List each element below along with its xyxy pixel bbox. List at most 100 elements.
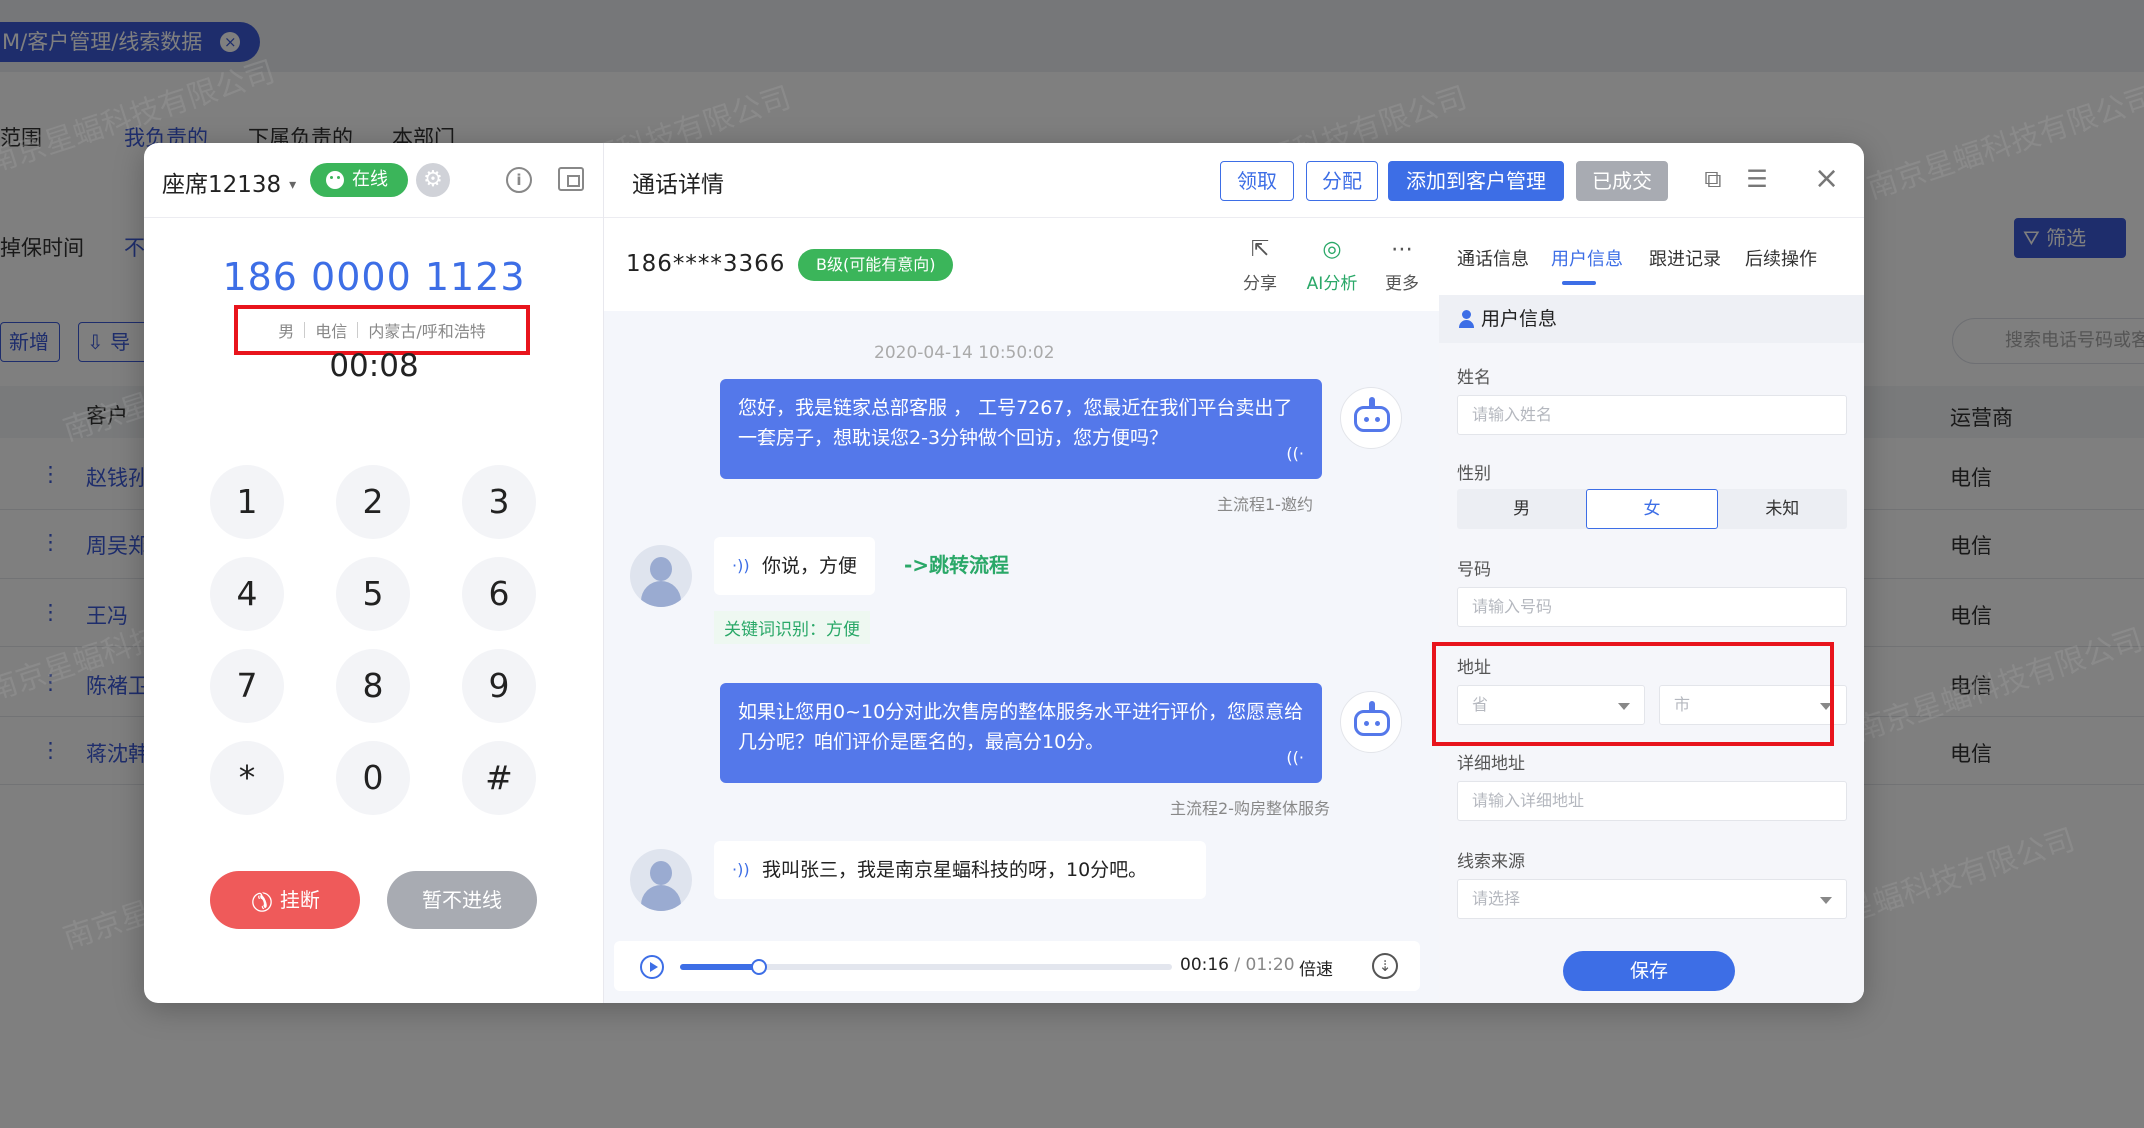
save-button[interactable]: 保存 — [1563, 951, 1735, 991]
number-input[interactable]: 请输入号码 — [1457, 587, 1847, 627]
audio-progress-fill — [680, 964, 759, 970]
dialer-panel: 座席12138 ▾ 在线 ⚙ i 186 0000 1123 男 电信 内蒙古/呼… — [144, 143, 604, 1003]
chevron-down-icon: ▾ — [289, 177, 297, 193]
download-icon[interactable]: ⇣ — [1372, 953, 1398, 979]
dial-key-8[interactable]: 8 — [336, 649, 410, 723]
total-time: 01:20 — [1245, 955, 1295, 975]
ai-analysis-icon: ◎ — [1322, 237, 1342, 262]
closed-deal-button[interactable]: 已成交 — [1576, 161, 1668, 201]
dial-key-2[interactable]: 2 — [336, 465, 410, 539]
gender-option-male[interactable]: 男 — [1457, 489, 1586, 529]
gender-selector: 男 女 未知 — [1457, 489, 1847, 529]
ai-analysis-label: AI分析 — [1306, 274, 1358, 294]
dial-key-7[interactable]: 7 — [210, 649, 284, 723]
tab-follow-up[interactable]: 跟进记录 — [1649, 245, 1721, 271]
robot-avatar-icon — [1340, 387, 1402, 449]
transcript-area: 186****3366 B级(可能有意向) ⇱ 分享 ◎ AI分析 ⋯ 更多 2020… — [604, 219, 1439, 1003]
status-label: 在线 — [352, 169, 388, 190]
audio-progress-bar[interactable] — [680, 959, 1172, 975]
user-avatar-icon — [630, 849, 692, 911]
audio-wave-icon[interactable]: ((· — [1286, 439, 1304, 469]
tab-next-actions[interactable]: 后续操作 — [1745, 245, 1817, 271]
gear-icon[interactable]: ⚙ — [416, 163, 450, 197]
share-button[interactable]: ⇱ 分享 — [1230, 237, 1290, 294]
user-avatar-icon — [630, 545, 692, 607]
seat-selector[interactable]: 座席12138 ▾ — [162, 165, 296, 199]
caller-phone-number: 186 0000 1123 — [222, 255, 526, 299]
time-separator: / — [1229, 955, 1246, 975]
name-input[interactable]: 请输入姓名 — [1457, 395, 1847, 435]
dial-key-4[interactable]: 4 — [210, 557, 284, 631]
current-time: 00:16 — [1180, 955, 1229, 975]
dial-key-5[interactable]: 5 — [336, 557, 410, 631]
user-icon — [1459, 310, 1474, 328]
name-label: 姓名 — [1457, 368, 1491, 388]
share-icon: ⇱ — [1250, 237, 1270, 262]
online-status-badge[interactable]: 在线 — [310, 163, 408, 197]
dial-key-0[interactable]: 0 — [336, 741, 410, 815]
close-icon[interactable]: × — [1814, 161, 1839, 196]
playback-speed-button[interactable]: 倍速 — [1299, 955, 1333, 980]
tab-call-info[interactable]: 通话信息 — [1457, 245, 1529, 271]
dial-key-3[interactable]: 3 — [462, 465, 536, 539]
share-label: 分享 — [1243, 274, 1277, 294]
user-message: ·)) 你说，方便 — [714, 537, 876, 595]
gender-label: 性别 — [1457, 464, 1491, 484]
lead-source-select[interactable]: 请选择 — [1457, 879, 1847, 919]
audio-wave-icon[interactable]: ((· — [1286, 743, 1304, 773]
audio-progress-handle[interactable] — [750, 959, 767, 975]
detail-address-label: 详细地址 — [1457, 754, 1525, 774]
hangup-button[interactable]: ✆挂断 — [210, 871, 360, 929]
gender-option-unknown[interactable]: 未知 — [1718, 489, 1847, 529]
more-button[interactable]: ⋯ 更多 — [1372, 237, 1432, 294]
indent-menu-icon[interactable]: ☰ — [1744, 167, 1770, 191]
dial-key-star[interactable]: * — [210, 741, 284, 815]
play-icon[interactable] — [640, 955, 664, 979]
robot-avatar-icon — [1340, 691, 1402, 753]
section-title: 用户信息 — [1439, 295, 1864, 343]
call-timer: 00:08 — [329, 348, 419, 384]
highlight-box-address — [1432, 642, 1834, 746]
message-timestamp: 2020-04-14 10:50:02 — [874, 343, 1055, 363]
user-message: ·)) 我叫张三，我是南京星蝠科技的呀，10分吧。 — [714, 841, 1206, 899]
call-detail-modal: 座席12138 ▾ 在线 ⚙ i 186 0000 1123 男 电信 内蒙古/呼… — [144, 143, 1864, 1003]
bot-message: 您好，我是链家总部客服 ， 工号7267，您最近在我们平台卖出了一套房子，想耽误… — [720, 379, 1322, 479]
call-detail-panel: 186****3366 B级(可能有意向) ⇱ 分享 ◎ AI分析 ⋯ 更多 2020… — [604, 143, 1584, 1003]
active-tab-indicator — [1562, 281, 1596, 285]
call-info-bar: 186****3366 B级(可能有意向) ⇱ 分享 ◎ AI分析 ⋯ 更多 — [604, 219, 1439, 311]
keyword-recognition-tag: 关键词识别：方便 — [714, 611, 870, 644]
audio-wave-icon[interactable]: ·)) — [732, 855, 750, 885]
ai-analysis-button[interactable]: ◎ AI分析 — [1302, 237, 1362, 294]
hangup-label: 挂断 — [279, 888, 320, 912]
audio-wave-icon[interactable]: ·)) — [732, 551, 750, 581]
number-label: 号码 — [1457, 560, 1491, 580]
picture-in-picture-icon[interactable]: ⧉ — [1700, 167, 1726, 191]
dial-key-1[interactable]: 1 — [210, 465, 284, 539]
info-icon[interactable]: i — [506, 167, 532, 193]
more-icon: ⋯ — [1391, 237, 1413, 262]
seat-label: 座席12138 — [162, 172, 282, 198]
dial-key-6[interactable]: 6 — [462, 557, 536, 631]
detail-address-input[interactable]: 请输入详细地址 — [1457, 781, 1847, 821]
skip-incoming-button[interactable]: 暂不进线 — [387, 871, 537, 929]
audio-player: 00:16 / 01:20 倍速 ⇣ — [614, 941, 1420, 991]
caret-down-icon — [1820, 897, 1832, 904]
bot-message-text: 如果让您用0~10分对此次售房的整体服务水平进行评价，您愿意给几分呢？咱们评价是… — [738, 701, 1304, 753]
dial-key-9[interactable]: 9 — [462, 649, 536, 723]
bot-message: 如果让您用0~10分对此次售房的整体服务水平进行评价，您愿意给几分呢？咱们评价是… — [720, 683, 1322, 783]
lead-source-label: 线索来源 — [1457, 852, 1525, 872]
flow-tag: 主流程1-邀约 — [1217, 495, 1313, 514]
dial-key-hash[interactable]: # — [462, 741, 536, 815]
info-tabs: 通话信息 用户信息 跟进记录 后续操作 — [1439, 219, 1864, 295]
intent-grade-badge: B级(可能有意向) — [798, 249, 954, 281]
smile-icon — [326, 171, 344, 189]
user-info-panel: 通话信息 用户信息 跟进记录 后续操作 用户信息 姓名 请输入姓名 性别 男 女… — [1439, 219, 1864, 1003]
callee-number: 186****3366 — [626, 251, 786, 277]
flow-tag: 主流程2-购房整体服务 — [1170, 799, 1330, 818]
gender-option-female[interactable]: 女 — [1586, 489, 1718, 529]
user-message-text: 我叫张三，我是南京星蝠科技的呀，10分吧。 — [762, 859, 1148, 881]
minimize-window-icon[interactable] — [558, 167, 584, 191]
jump-flow-link[interactable]: ->跳转流程 — [904, 549, 1009, 578]
tab-user-info[interactable]: 用户信息 — [1551, 245, 1623, 271]
playback-time: 00:16 / 01:20 — [1180, 955, 1295, 975]
